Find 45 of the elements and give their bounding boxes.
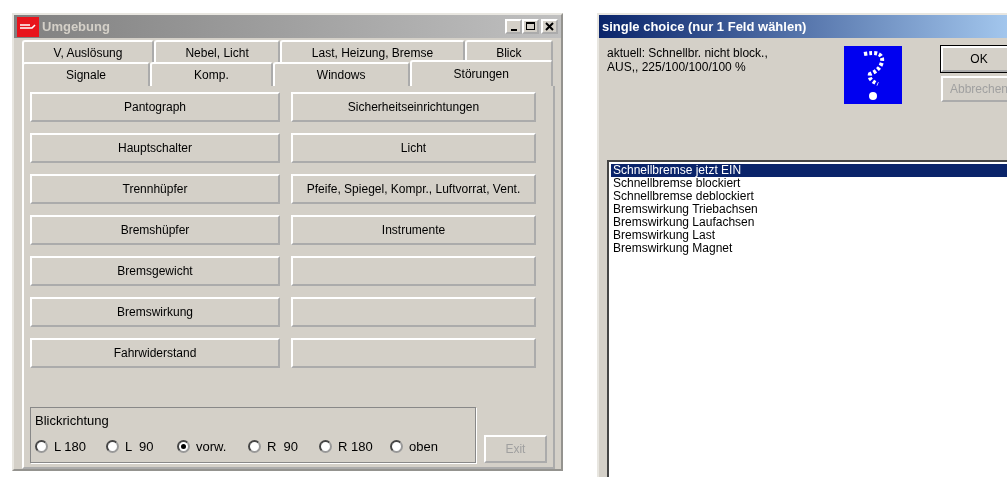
close-icon [544,21,555,32]
radio-option[interactable]: oben [390,436,461,456]
window-title: single choice (nur 1 Feld wählen) [602,17,807,36]
radio-option[interactable]: L 180 [35,436,106,456]
list-item[interactable]: Schnellbremse jetzt EIN [611,164,1007,177]
action-button[interactable]: Pantograph [30,92,280,122]
radio-option[interactable]: R 180 [319,436,390,456]
question-mark-icon [844,46,902,104]
action-button[interactable]: Sicherheitseinrichtungen [291,92,536,122]
tab[interactable]: Komp. [150,62,273,86]
list-item[interactable]: Schnellbremse blockiert [611,177,1007,190]
radio-option[interactable]: L 90 [106,436,177,456]
action-button[interactable]: Bremshüpfer [30,215,280,245]
minimize-button[interactable] [505,19,522,34]
action-button[interactable]: Bremsgewicht [30,256,280,286]
list-item[interactable]: Bremswirkung Triebachsen [611,203,1007,216]
status-text: aktuell: Schnellbr. nicht block., [607,46,769,60]
status-text: AUS,, 225/100/100/100 % [607,60,747,74]
action-button[interactable]: Licht [291,133,536,163]
tab[interactable]: Signale [22,62,151,86]
list-item[interactable]: Bremswirkung Magnet [611,242,1007,255]
maximize-button[interactable] [522,19,539,34]
action-button[interactable]: Bremswirkung [30,297,280,327]
window-title: Umgebung [42,17,110,36]
radio-option[interactable]: R 90 [248,436,319,456]
minimize-icon [510,28,517,31]
action-button[interactable]: Hauptschalter [30,133,280,163]
close-button[interactable] [541,19,558,34]
action-button[interactable]: Fahrwiderstand [30,338,280,368]
app-icon [17,16,39,37]
group-title: Blickrichtung [35,413,109,428]
tab[interactable]: Windows [272,62,410,86]
action-button[interactable]: Pfeife, Spiegel, Kompr., Luftvorrat, Vent. [291,174,536,204]
action-button[interactable]: Trennhüpfer [30,174,280,204]
tab[interactable]: Last, Heizung, Bremse [280,40,465,64]
tab[interactable]: Störungen [409,60,553,86]
tab[interactable]: Nebel, Licht [153,40,281,64]
list-item[interactable]: Bremswirkung Laufachsen [611,216,1007,229]
ok-button[interactable]: OK [941,46,1007,72]
tab[interactable]: V, Auslösung [22,40,154,64]
maximize-icon [525,21,536,32]
list-item[interactable]: Schnellbremse deblockiert [611,190,1007,203]
radio-option[interactable]: vorw. [177,436,248,456]
action-button[interactable]: Instrumente [291,215,536,245]
list-item[interactable]: Bremswirkung Last [611,229,1007,242]
